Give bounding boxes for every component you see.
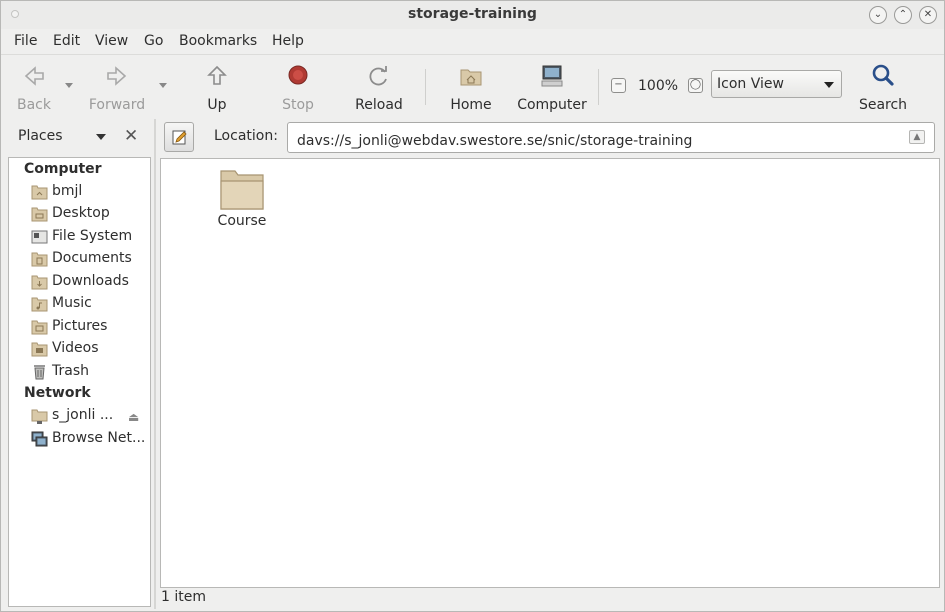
- status-bar-text: 1 item: [161, 589, 206, 605]
- close-icon: ✕: [923, 9, 933, 20]
- title-bar: storage-training ⌄ ⌃ ✕: [1, 1, 944, 29]
- desktop-folder-icon: [31, 207, 48, 222]
- window-title: storage-training: [408, 6, 537, 22]
- menu-edit[interactable]: Edit: [53, 33, 80, 49]
- location-input[interactable]: [287, 122, 935, 153]
- zoom-reset-button[interactable]: ◯: [688, 78, 703, 93]
- toolbar-separator: [425, 69, 426, 105]
- home-folder-icon: [460, 69, 482, 86]
- sidebar-header: Places ✕: [7, 119, 153, 155]
- minimize-button[interactable]: ⌄: [869, 6, 887, 24]
- computer-label: Computer: [517, 97, 587, 113]
- places-label: Places: [18, 128, 63, 144]
- pictures-folder-icon: [31, 320, 48, 335]
- maximize-button[interactable]: ⌃: [894, 6, 912, 24]
- zoom-out-button[interactable]: −: [611, 78, 626, 93]
- location-label: Location:: [214, 128, 278, 144]
- trash-icon: [34, 365, 45, 380]
- stop-label: Stop: [282, 97, 314, 113]
- reload-label: Reload: [355, 97, 403, 113]
- back-arrow-icon: [24, 66, 44, 86]
- stop-button[interactable]: Stop: [278, 63, 318, 113]
- forward-button[interactable]: Forward: [87, 63, 147, 113]
- forward-label: Forward: [88, 97, 146, 113]
- close-sidebar-button[interactable]: ✕: [124, 126, 138, 146]
- computer-button[interactable]: Computer: [516, 63, 588, 113]
- reload-button[interactable]: Reload: [353, 63, 405, 113]
- back-history-dropdown[interactable]: [65, 83, 73, 88]
- videos-folder-icon: [31, 342, 48, 357]
- places-sidebar: Computer bmjl Desktop File System Docume…: [8, 157, 151, 607]
- stop-icon: [288, 65, 308, 85]
- up-button[interactable]: Up: [201, 63, 233, 113]
- downloads-folder-icon: [31, 275, 48, 290]
- sidebar-item-webdav-mount[interactable]: s_jonli ...: [31, 406, 126, 428]
- section-computer: Computer: [24, 161, 102, 177]
- sidebar-item-file-system[interactable]: File System: [31, 227, 149, 249]
- sidebar-item-music[interactable]: Music: [31, 294, 149, 316]
- view-mode-select[interactable]: Icon View: [711, 70, 842, 98]
- chevron-down-icon: [824, 82, 834, 88]
- home-button[interactable]: Home: [449, 63, 493, 113]
- search-label: Search: [858, 97, 908, 113]
- close-icon: ✕: [124, 126, 139, 146]
- file-manager-window: storage-training ⌄ ⌃ ✕ File Edit View Go…: [0, 0, 945, 612]
- file-view[interactable]: Course: [160, 158, 940, 588]
- music-folder-icon: [31, 297, 48, 312]
- documents-folder-icon: [31, 252, 48, 267]
- reload-icon: [369, 66, 387, 86]
- minus-icon: −: [614, 79, 623, 90]
- computer-icon: [541, 65, 563, 87]
- up-arrow-icon: [207, 65, 227, 85]
- file-item[interactable]: Course: [209, 167, 275, 229]
- menu-help[interactable]: Help: [272, 33, 304, 49]
- menu-bar: File Edit View Go Bookmarks Help: [1, 29, 944, 53]
- sidebar-item-downloads[interactable]: Downloads: [31, 272, 149, 294]
- folder-icon: [220, 170, 264, 210]
- chevron-up-icon: ⌃: [898, 9, 908, 20]
- sidebar-item-bmjl[interactable]: bmjl: [31, 182, 149, 204]
- toggle-location-entry-button[interactable]: [164, 122, 194, 152]
- zoom-level: 100%: [638, 78, 679, 94]
- sidebar-item-documents[interactable]: Documents: [31, 249, 149, 271]
- home-label: Home: [450, 97, 492, 113]
- back-label: Back: [17, 97, 51, 113]
- menu-file[interactable]: File: [14, 33, 37, 49]
- zoom-reset-icon: ◯: [689, 79, 702, 90]
- sidebar-item-videos[interactable]: Videos: [31, 339, 149, 361]
- menu-view[interactable]: View: [95, 33, 128, 49]
- back-button[interactable]: Back: [11, 63, 57, 113]
- up-label: Up: [207, 97, 227, 113]
- close-button[interactable]: ✕: [919, 6, 937, 24]
- sidebar-item-pictures[interactable]: Pictures: [31, 317, 149, 339]
- network-folder-icon: [31, 409, 48, 424]
- clear-location-icon[interactable]: ▲: [909, 130, 925, 144]
- menu-bookmarks[interactable]: Bookmarks: [179, 33, 257, 49]
- chevron-down-icon: ⌄: [873, 9, 883, 20]
- eject-icon[interactable]: ⏏: [128, 410, 139, 424]
- menu-go[interactable]: Go: [144, 33, 163, 49]
- sidebar-item-desktop[interactable]: Desktop: [31, 204, 149, 226]
- view-mode-value: Icon View: [717, 76, 784, 92]
- network-icon: [31, 431, 48, 447]
- home-folder-icon: [31, 185, 48, 200]
- search-icon: [872, 64, 894, 86]
- sidebar-item-trash[interactable]: Trash: [31, 362, 149, 384]
- forward-arrow-icon: [107, 66, 127, 86]
- search-button[interactable]: Search: [857, 63, 909, 113]
- section-network: Network: [24, 385, 91, 401]
- edit-pencil-icon: [172, 130, 187, 145]
- toolbar-separator: [598, 69, 599, 105]
- drive-icon: [31, 230, 48, 244]
- forward-history-dropdown[interactable]: [159, 83, 167, 88]
- file-name: Course: [217, 213, 267, 229]
- places-dropdown[interactable]: [96, 134, 106, 140]
- sidebar-splitter[interactable]: [154, 119, 156, 609]
- sidebar-item-browse-network[interactable]: Browse Net...: [31, 429, 149, 451]
